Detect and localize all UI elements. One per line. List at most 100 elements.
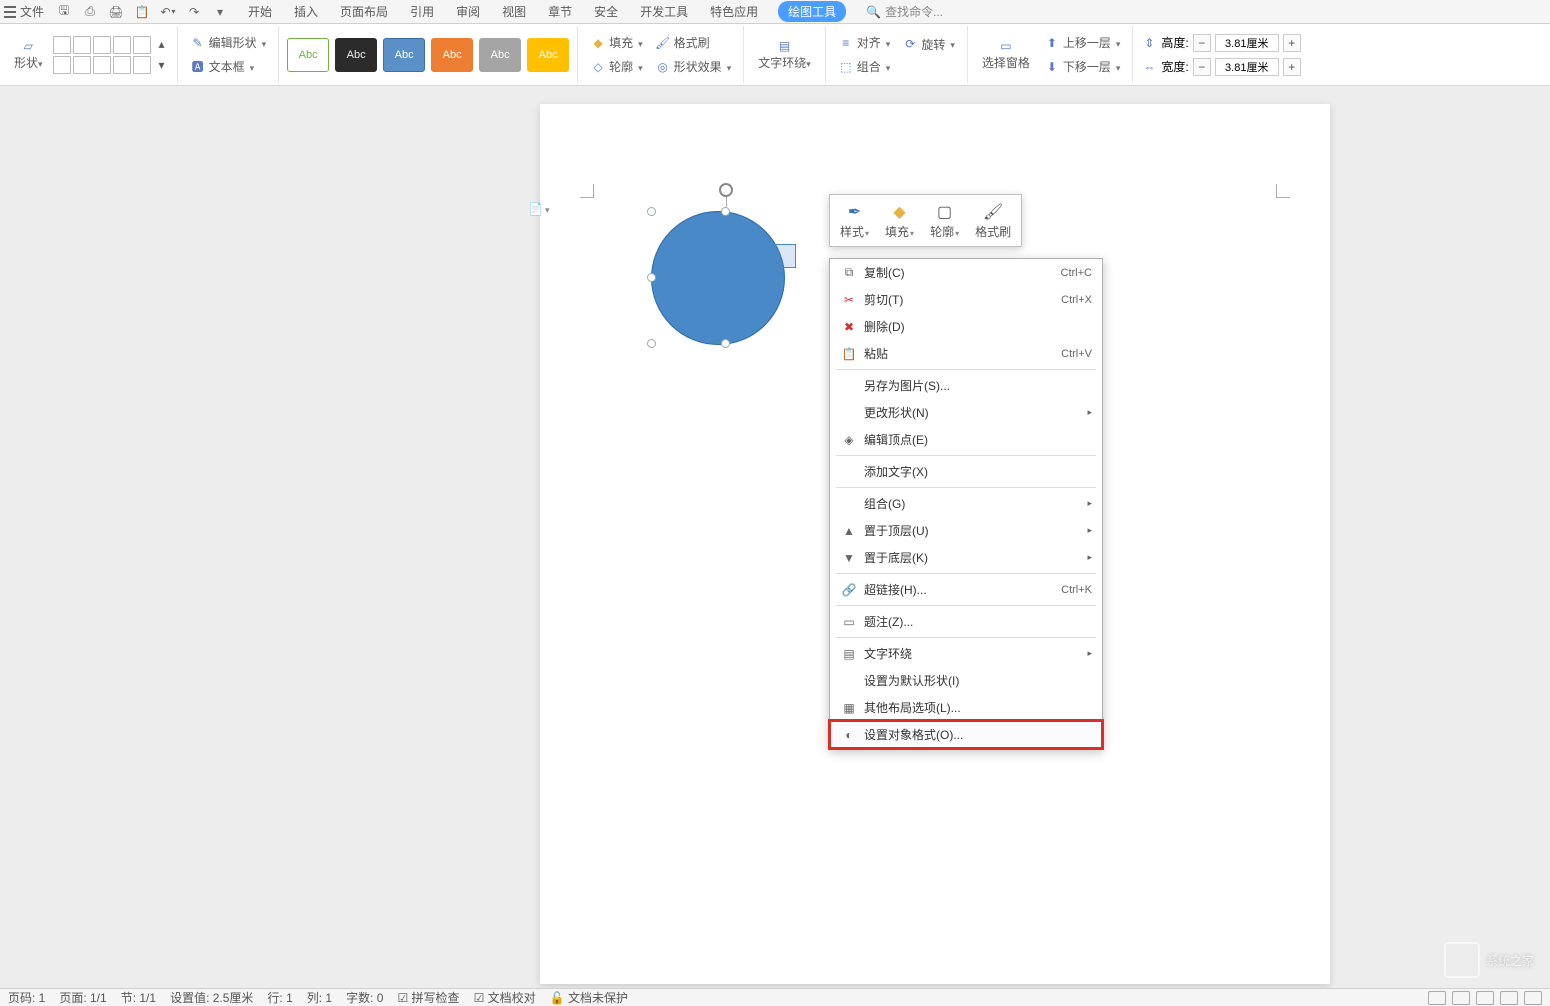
view-mode-2[interactable] (1452, 991, 1470, 1005)
edit-shape-button[interactable]: ✎编辑形状 (186, 32, 271, 53)
text-wrap-button[interactable]: ▤ 文字环绕 (752, 36, 817, 73)
tab-review[interactable]: 审阅 (454, 0, 482, 24)
tab-view[interactable]: 视图 (500, 0, 528, 24)
cm-paste[interactable]: 📋粘贴Ctrl+V (830, 340, 1102, 367)
align-button[interactable]: ≡对齐 (834, 32, 895, 53)
mini-format-painter-button[interactable]: 🖌 格式刷 (967, 197, 1019, 244)
gallery-up[interactable]: ▴ (155, 35, 169, 53)
page-options-icon[interactable]: 📄 (528, 202, 549, 216)
style-swatch-6[interactable]: Abc (527, 38, 569, 72)
status-chars[interactable]: 字数: 0 (346, 989, 383, 1006)
status-spell[interactable]: ☑ 拼写检查 (397, 989, 459, 1006)
shape-preset[interactable] (113, 36, 131, 54)
canvas[interactable]: 📄 ✒ 样式 ◆ 填充 ▢ 轮廓 (0, 86, 1550, 988)
status-row[interactable]: 行: 1 (267, 989, 292, 1006)
shape-preset[interactable] (93, 56, 111, 74)
bring-forward-button[interactable]: ⬆上移一层 (1040, 32, 1125, 53)
shape-preset[interactable] (113, 56, 131, 74)
status-set-val[interactable]: 设置值: 2.5厘米 (170, 989, 253, 1006)
print-icon[interactable]: 🖨 (108, 4, 124, 20)
height-input[interactable] (1215, 34, 1279, 52)
style-swatch-1[interactable]: Abc (287, 38, 329, 72)
shape-preset[interactable] (133, 36, 151, 54)
view-mode-1[interactable] (1428, 991, 1446, 1005)
tab-home[interactable]: 开始 (246, 0, 274, 24)
cm-change-shape[interactable]: 更改形状(N)▸ (830, 399, 1102, 426)
tab-section[interactable]: 章节 (546, 0, 574, 24)
undo-icon[interactable]: ↶ (160, 4, 176, 20)
status-protect[interactable]: 🔓 文档未保护 (550, 989, 628, 1006)
circle-shape[interactable] (651, 211, 785, 345)
cm-cut[interactable]: ✂剪切(T)Ctrl+X (830, 286, 1102, 313)
send-backward-button[interactable]: ⬇下移一层 (1040, 56, 1125, 77)
cm-caption[interactable]: ▭题注(Z)... (830, 608, 1102, 635)
resize-handle-ml[interactable] (647, 273, 656, 282)
command-search[interactable]: 🔍 查找命令... (866, 3, 943, 20)
cm-more-layout[interactable]: ▦其他布局选项(L)... (830, 694, 1102, 721)
view-mode-3[interactable] (1476, 991, 1494, 1005)
style-swatch-3[interactable]: Abc (383, 38, 425, 72)
rotate-handle[interactable] (719, 183, 733, 197)
print-preview-icon[interactable]: ⎙ (82, 4, 98, 20)
resize-handle-tm[interactable] (721, 207, 730, 216)
mini-fill-button[interactable]: ◆ 填充 (877, 197, 922, 244)
tab-special[interactable]: 特色应用 (708, 0, 760, 24)
cm-text-wrap[interactable]: ▤文字环绕▸ (830, 640, 1102, 667)
format-painter-button[interactable]: 🖌格式刷 (651, 32, 736, 53)
shape-preset[interactable] (73, 56, 91, 74)
cm-delete[interactable]: ✖删除(D) (830, 313, 1102, 340)
paste-icon[interactable]: 📋 (134, 4, 150, 20)
resize-handle-tl[interactable] (647, 207, 656, 216)
status-proof[interactable]: ☑ 文档校对 (474, 989, 536, 1006)
selection-pane-button[interactable]: ▭ 选择窗格 (976, 36, 1036, 73)
tab-security[interactable]: 安全 (592, 0, 620, 24)
document-page[interactable]: 📄 ✒ 样式 ◆ 填充 ▢ 轮廓 (540, 104, 1330, 984)
cm-group[interactable]: 组合(G)▸ (830, 490, 1102, 517)
style-swatch-2[interactable]: Abc (335, 38, 377, 72)
gallery-down[interactable]: ▾ (155, 56, 169, 74)
cm-set-default[interactable]: 设置为默认形状(I) (830, 667, 1102, 694)
mini-outline-button[interactable]: ▢ 轮廓 (922, 197, 967, 244)
qat-more-icon[interactable]: ▾ (212, 4, 228, 20)
style-swatch-4[interactable]: Abc (431, 38, 473, 72)
file-menu[interactable]: 文件 (20, 3, 44, 20)
fill-button[interactable]: ◆填充 (586, 32, 647, 53)
app-menu-icon[interactable] (4, 6, 16, 18)
outline-button[interactable]: ◇轮廓 (586, 56, 647, 77)
tab-developer[interactable]: 开发工具 (638, 0, 690, 24)
cm-send-back[interactable]: ▼置于底层(K)▸ (830, 544, 1102, 571)
cm-edit-points[interactable]: ◈编辑顶点(E) (830, 426, 1102, 453)
insert-shape-button[interactable]: ▱ 形状 (8, 36, 49, 73)
tab-references[interactable]: 引用 (408, 0, 436, 24)
style-swatch-5[interactable]: Abc (479, 38, 521, 72)
mini-style-button[interactable]: ✒ 样式 (832, 197, 877, 244)
resize-handle-bm[interactable] (721, 339, 730, 348)
shape-gallery[interactable] (53, 36, 151, 74)
cm-add-text[interactable]: 添加文字(X) (830, 458, 1102, 485)
height-decrement[interactable]: − (1193, 34, 1211, 52)
shape-preset[interactable] (53, 56, 71, 74)
tab-insert[interactable]: 插入 (292, 0, 320, 24)
redo-icon[interactable]: ↷ (186, 4, 202, 20)
cm-hyperlink[interactable]: 🔗超链接(H)...Ctrl+K (830, 576, 1102, 603)
shape-preset[interactable] (93, 36, 111, 54)
resize-handle-bl[interactable] (647, 339, 656, 348)
status-section[interactable]: 节: 1/1 (121, 989, 156, 1006)
tab-page-layout[interactable]: 页面布局 (338, 0, 390, 24)
text-box-button[interactable]: 🅰文本框 (186, 56, 271, 77)
cm-copy[interactable]: ⧉复制(C)Ctrl+C (830, 259, 1102, 286)
rotate-button[interactable]: ⟳旋转 (898, 34, 959, 55)
view-mode-5[interactable] (1524, 991, 1542, 1005)
cm-bring-front[interactable]: ▲置于顶层(U)▸ (830, 517, 1102, 544)
shape-preset[interactable] (73, 36, 91, 54)
shape-preset[interactable] (53, 36, 71, 54)
width-input[interactable] (1215, 58, 1279, 76)
status-page-num[interactable]: 页码: 1 (8, 989, 45, 1006)
selected-shape[interactable] (651, 189, 804, 342)
height-increment[interactable]: + (1283, 34, 1301, 52)
cm-format-object[interactable]: ◐设置对象格式(O)... (830, 721, 1102, 748)
shape-preset[interactable] (133, 56, 151, 74)
view-mode-4[interactable] (1500, 991, 1518, 1005)
tab-drawing-tools[interactable]: 绘图工具 (778, 1, 846, 22)
status-page-of[interactable]: 页面: 1/1 (59, 989, 106, 1006)
